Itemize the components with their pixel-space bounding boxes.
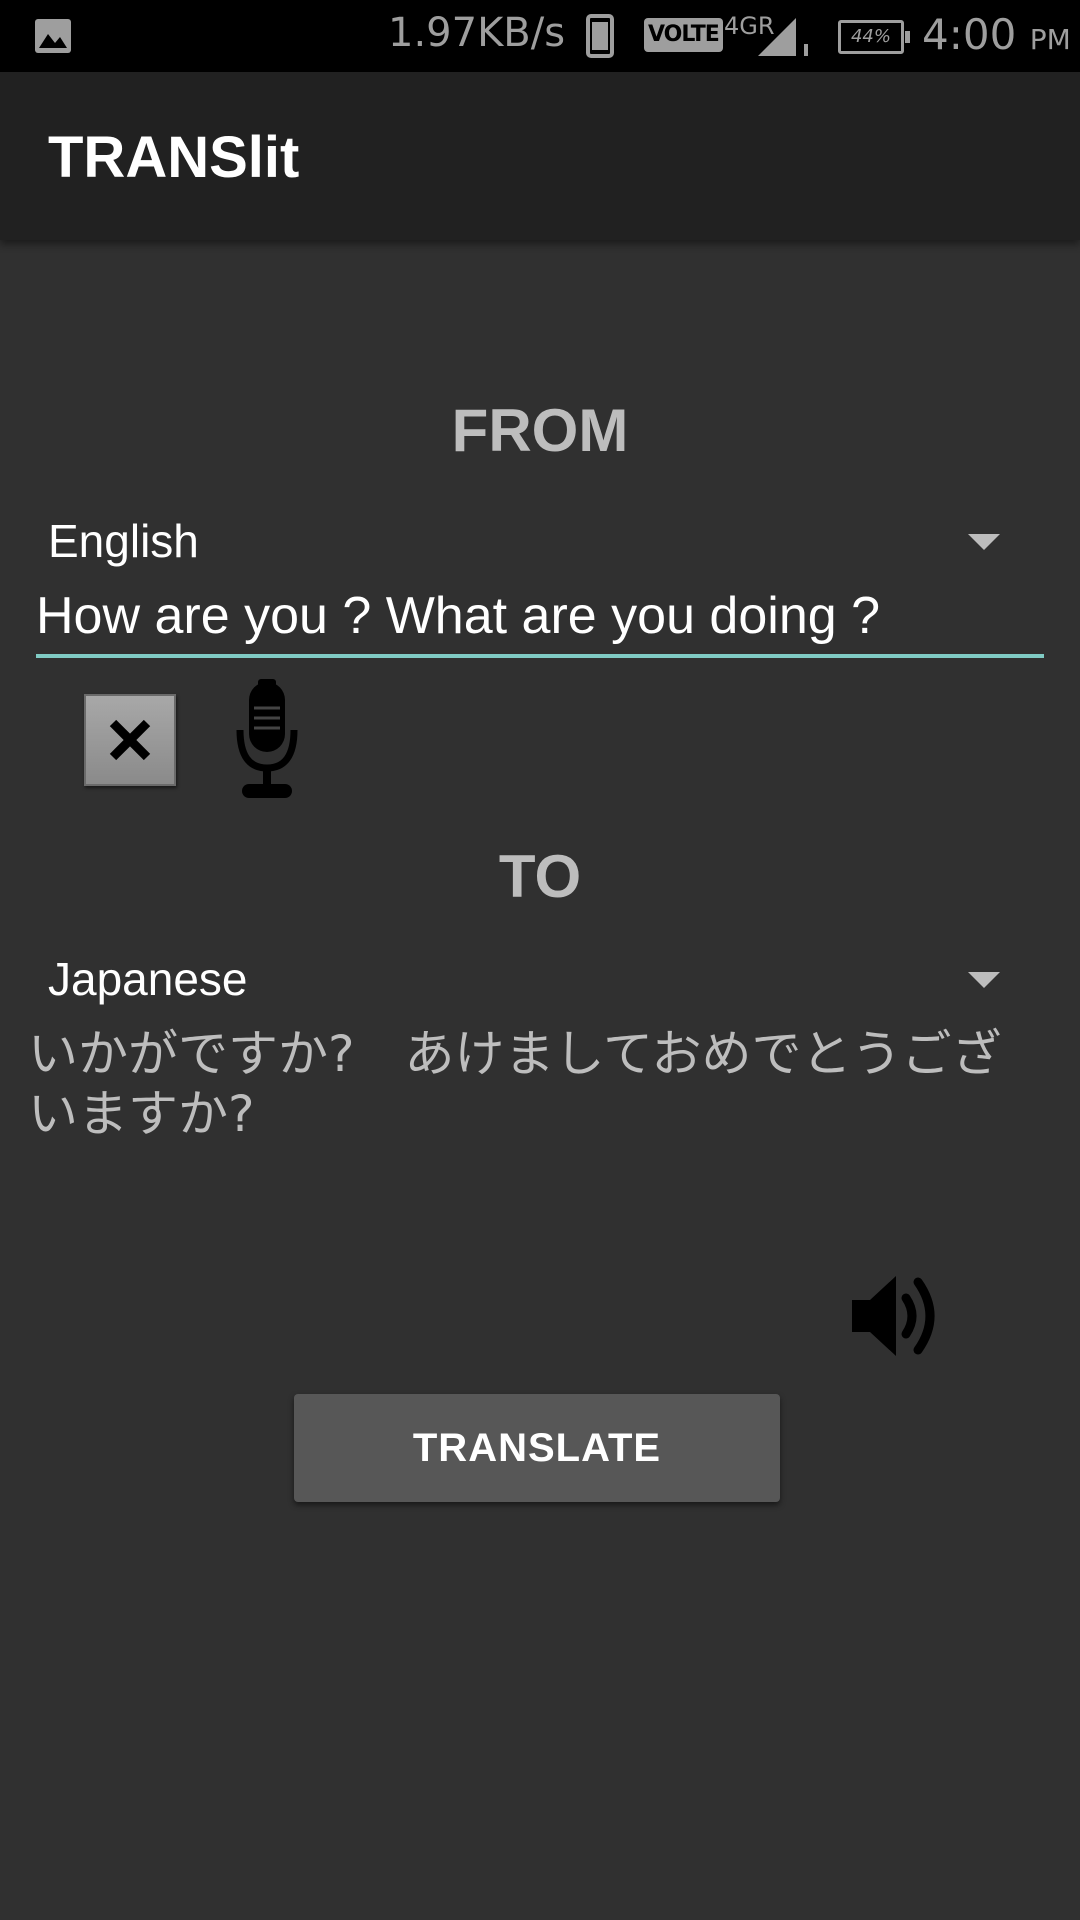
speaker-button[interactable] [850, 1268, 952, 1364]
clock-time: 4:00 [922, 10, 1017, 59]
from-language-spinner[interactable]: English [0, 508, 1080, 578]
clear-button[interactable] [84, 694, 176, 786]
dropdown-caret-icon [968, 534, 1000, 550]
translated-text: いかがですか? あけましておめでとうございますか? [28, 1025, 1002, 1143]
from-language-value: English [48, 515, 199, 567]
app-title: TRANSlit [48, 125, 300, 190]
from-header: FROM [451, 397, 629, 464]
microphone-icon [236, 679, 298, 798]
status-bar: 1.97KB/s VOLTE 4GR 44% 4:00 PM [0, 0, 1080, 72]
microphone-button[interactable] [232, 678, 302, 802]
translate-button-label: TRANSLATE [412, 1425, 662, 1470]
to-header: TO [498, 843, 582, 910]
phone-icon [586, 14, 614, 58]
signal-icon [758, 18, 808, 56]
gallery-icon [35, 19, 71, 53]
clock-ampm: PM [1029, 23, 1071, 56]
to-language-value: Japanese [48, 953, 248, 1005]
to-language-spinner[interactable]: Japanese [0, 946, 1080, 1016]
battery-icon: 44% [838, 20, 910, 54]
dropdown-caret-icon [968, 972, 1000, 988]
clock: 4:00 PM [922, 10, 1071, 59]
close-icon [109, 719, 151, 761]
net-speed: 1.97KB/s [388, 10, 566, 56]
app-bar: TRANSlit [0, 72, 1080, 240]
source-text-input[interactable] [36, 578, 1044, 658]
translate-button[interactable]: TRANSLATE [294, 1394, 780, 1502]
volte-badge: VOLTE [644, 18, 723, 52]
speaker-icon [852, 1276, 935, 1356]
